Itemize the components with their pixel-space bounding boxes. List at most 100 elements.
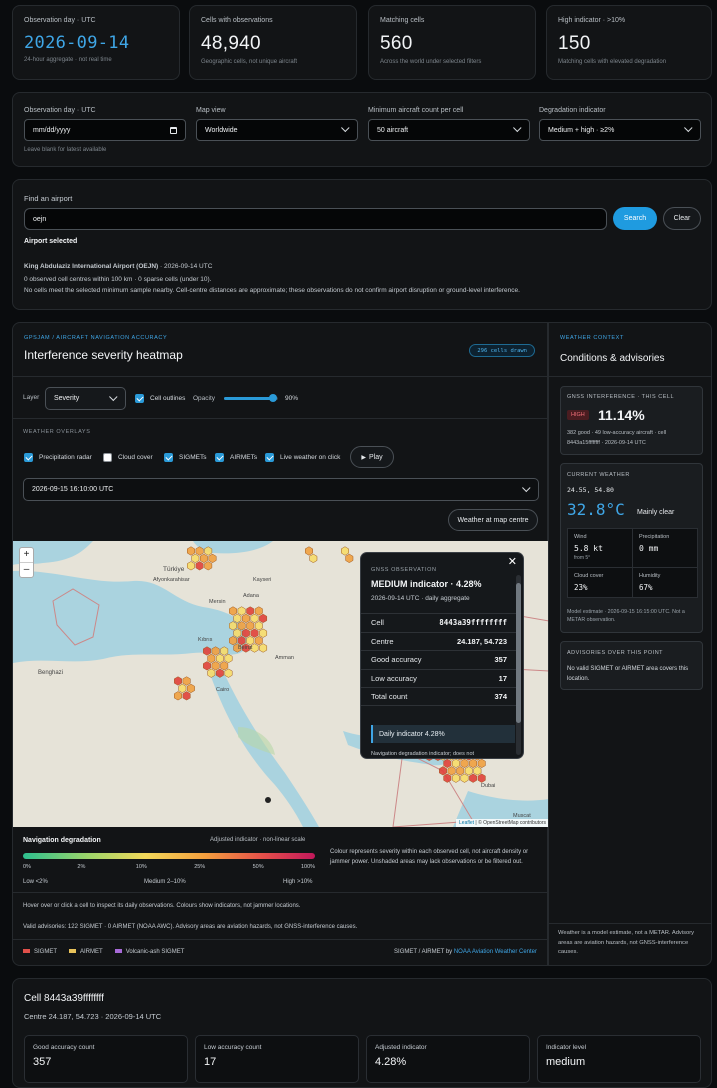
degradation-select[interactable]: Medium + high · ≥2% — [539, 119, 701, 141]
heatmap-cell[interactable] — [178, 683, 187, 693]
checkbox-checked-icon[interactable] — [265, 453, 274, 462]
heatmap-cell[interactable] — [460, 773, 469, 783]
close-icon[interactable]: ✕ — [508, 555, 517, 568]
overlay-airmets[interactable]: AIRMETs — [215, 453, 257, 462]
heatmap-cell[interactable] — [341, 546, 349, 556]
overlay-precipitation[interactable]: Precipitation radar — [24, 453, 92, 462]
heatmap-cell[interactable] — [174, 676, 182, 686]
heatmap-cell[interactable] — [254, 621, 263, 631]
weather-at-centre-button[interactable]: Weather at map centre — [448, 509, 538, 531]
zoom-in-button[interactable]: + — [20, 548, 33, 563]
checkbox-unchecked-icon[interactable] — [103, 453, 112, 462]
heatmap-cell[interactable] — [443, 758, 452, 768]
airport-search-input[interactable]: oejn — [24, 208, 607, 230]
heatmap-cell[interactable] — [250, 628, 259, 638]
popup-scrollbar[interactable] — [516, 575, 521, 755]
heatmap-cell[interactable] — [469, 773, 478, 783]
checkbox-checked-icon[interactable] — [215, 453, 224, 462]
heatmap-cell[interactable] — [477, 773, 486, 783]
heatmap-cell[interactable] — [246, 606, 255, 616]
min-aircraft-select[interactable]: 50 aircraft — [368, 119, 530, 141]
heatmap-cell[interactable] — [203, 646, 211, 656]
heatmap-cell[interactable] — [259, 628, 268, 638]
heatmap-cell[interactable] — [186, 683, 195, 693]
heatmap-cell[interactable] — [182, 676, 191, 686]
heatmap-cell[interactable] — [460, 758, 469, 768]
airport-marker[interactable] — [265, 797, 271, 803]
checkbox-checked-icon[interactable] — [24, 453, 33, 462]
overlay-live-weather[interactable]: Live weather on click — [265, 453, 340, 462]
heatmap-cell[interactable] — [220, 661, 229, 671]
heatmap-cell[interactable] — [254, 636, 263, 646]
heatmap-cell[interactable] — [233, 628, 242, 638]
heatmap-cell[interactable] — [443, 773, 452, 783]
heatmap-cell[interactable] — [464, 766, 473, 776]
heatmap-cell[interactable] — [473, 766, 482, 776]
heatmap-cell[interactable] — [207, 668, 216, 678]
heatmap-cell[interactable] — [208, 553, 217, 563]
heatmap-cell[interactable] — [259, 613, 268, 623]
heatmap-cell[interactable] — [182, 691, 191, 701]
heatmap-cell[interactable] — [477, 758, 486, 768]
map[interactable]: Benghazi Türkiye Afyonkarahisar Kıbrıs K… — [13, 541, 549, 827]
heatmap-cell[interactable] — [451, 758, 460, 768]
heatmap-cell[interactable] — [254, 606, 263, 616]
heatmap-cell[interactable] — [309, 553, 318, 563]
heatmap-cell[interactable] — [204, 546, 213, 556]
day-input[interactable]: mm/dd/yyyy — [24, 119, 186, 141]
heatmap-cell[interactable] — [237, 621, 246, 631]
heatmap-cell[interactable] — [211, 661, 220, 671]
overlay-cloud-cover[interactable]: Cloud cover — [103, 453, 153, 462]
heatmap-cell[interactable] — [246, 621, 255, 631]
checkbox-checked-icon[interactable] — [164, 453, 173, 462]
noaa-link[interactable]: NOAA Aviation Weather Center — [454, 949, 537, 955]
search-button[interactable]: Search — [613, 207, 657, 230]
heatmap-cell[interactable] — [187, 546, 195, 556]
clear-button[interactable]: Clear — [663, 207, 701, 230]
heatmap-cell[interactable] — [305, 546, 313, 556]
zoom-out-button[interactable]: – — [20, 563, 33, 578]
heatmap-cell[interactable] — [195, 546, 204, 556]
heatmap-cell[interactable] — [207, 653, 216, 663]
heatmap-cell[interactable] — [250, 613, 259, 623]
heatmap-cell[interactable] — [229, 636, 237, 646]
heatmap-cell[interactable] — [174, 691, 182, 701]
heatmap-cell[interactable] — [215, 653, 224, 663]
checkbox-checked-icon[interactable] — [135, 394, 144, 403]
calendar-icon[interactable] — [170, 126, 177, 134]
heatmap-cell[interactable] — [229, 606, 237, 616]
heatmap-cell[interactable] — [451, 773, 460, 783]
heatmap-cell[interactable] — [224, 653, 233, 663]
opacity-slider-thumb[interactable] — [268, 394, 277, 402]
heatmap-cell[interactable] — [439, 766, 447, 776]
heatmap-cell[interactable] — [187, 561, 195, 571]
heatmap-cell[interactable] — [203, 661, 211, 671]
layer-select[interactable]: Severity — [45, 387, 126, 410]
heatmap-cell[interactable] — [191, 553, 200, 563]
play-button[interactable]: ▶ Play — [350, 446, 394, 468]
heatmap-cell[interactable] — [456, 766, 465, 776]
heatmap-cell[interactable] — [229, 621, 237, 631]
heatmap-cell[interactable] — [211, 646, 220, 656]
cell-outlines-toggle[interactable]: Cell outlines — [135, 394, 185, 403]
heatmap-cell[interactable] — [195, 561, 204, 571]
heatmap-cell[interactable] — [241, 613, 250, 623]
heatmap-cell[interactable] — [246, 636, 255, 646]
map-view-select[interactable]: Worldwide — [196, 119, 358, 141]
overlay-sigmets[interactable]: SIGMETs — [164, 453, 206, 462]
heatmap-cell[interactable] — [345, 553, 354, 563]
heatmap-cell[interactable] — [237, 606, 246, 616]
heatmap-cell[interactable] — [204, 561, 213, 571]
radar-time-select[interactable]: 2026-09-15 16:10:00 UTC — [23, 478, 539, 501]
heatmap-cell[interactable] — [199, 553, 208, 563]
heatmap-cell[interactable] — [241, 628, 250, 638]
heatmap-cell[interactable] — [224, 668, 233, 678]
heatmap-cell[interactable] — [469, 758, 478, 768]
heatmap-cell[interactable] — [237, 636, 246, 646]
heatmap-cell[interactable] — [215, 668, 224, 678]
osm-attribution[interactable]: | © OpenStreetMap contributors — [474, 820, 546, 826]
scrollbar-thumb[interactable] — [516, 583, 521, 723]
heatmap-cell[interactable] — [447, 766, 456, 776]
heatmap-cell[interactable] — [220, 646, 229, 656]
heatmap-cell[interactable] — [259, 643, 268, 653]
